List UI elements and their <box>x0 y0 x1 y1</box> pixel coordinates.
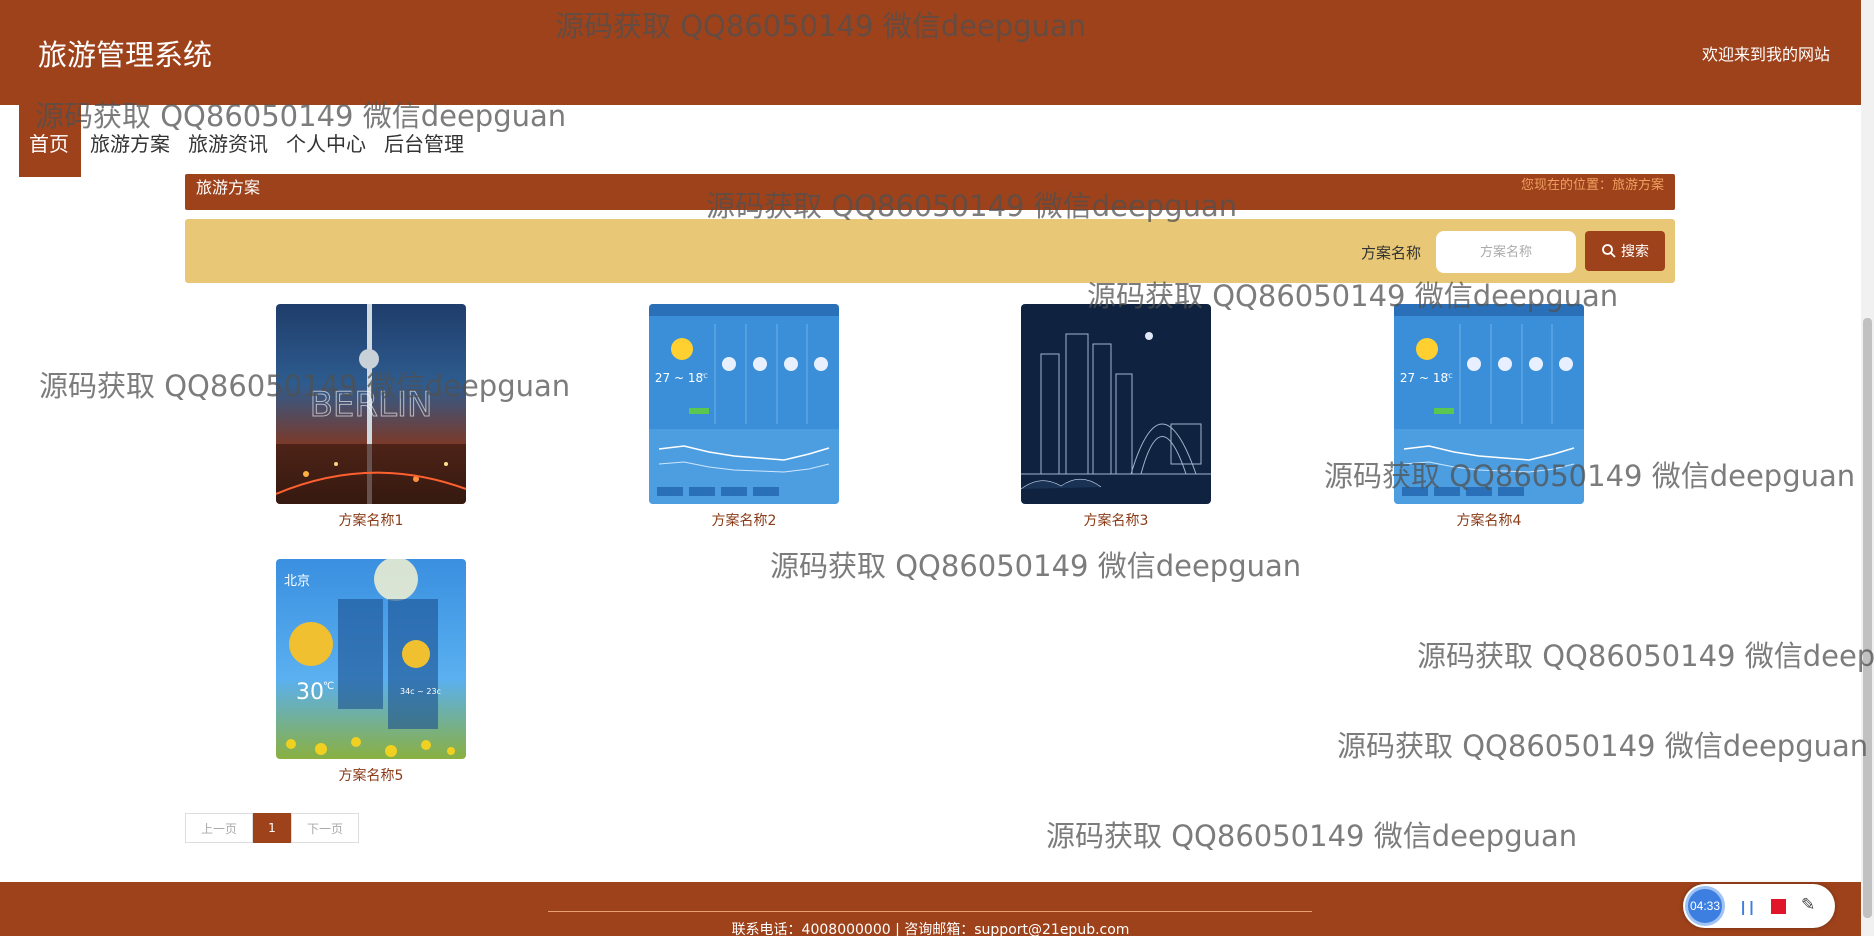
beijing-weather-image: 北京 30 ℃ 34c ~ 23c <box>284 559 455 757</box>
plan-thumbnail[interactable]: 北京 30 ℃ 34c ~ 23c <box>276 559 466 759</box>
plan-name-search-input[interactable] <box>1436 231 1576 273</box>
svg-text:27 ~ 18: 27 ~ 18 <box>655 371 703 385</box>
plan-card[interactable]: 27 ~ 18 ℃ 方案名称4 <box>1394 304 1584 530</box>
watermark: 源码获取 QQ86050149 微信deepguan <box>770 549 1302 583</box>
next-page-button[interactable]: 下一页 <box>291 813 359 843</box>
main-nav: 首页 旅游方案 旅游资讯 个人中心 后台管理 <box>19 105 473 177</box>
pause-icon[interactable]: | | <box>1741 899 1754 916</box>
plan-card[interactable]: BERLIN 方案名称1 <box>276 304 466 530</box>
site-footer: 联系电话：4008000000 | 咨询邮箱：support@21epub.co… <box>0 882 1861 936</box>
search-button[interactable]: 搜索 <box>1585 231 1665 271</box>
nav-item-home[interactable]: 首页 <box>19 105 81 177</box>
scrollbar-thumb[interactable] <box>1863 318 1872 918</box>
plan-name[interactable]: 方案名称4 <box>1394 510 1584 530</box>
svg-text:34c ~ 23c: 34c ~ 23c <box>400 687 441 696</box>
plan-name[interactable]: 方案名称5 <box>276 765 466 785</box>
svg-text:BERLIN: BERLIN <box>310 385 433 425</box>
plan-thumbnail[interactable]: BERLIN <box>276 304 466 504</box>
vertical-scrollbar[interactable] <box>1861 0 1874 936</box>
plan-thumbnail[interactable]: 27 ~ 18 ℃ <box>649 304 839 504</box>
plan-thumbnail[interactable]: 27 ~ 18 ℃ <box>1394 304 1584 504</box>
svg-text:℃: ℃ <box>1446 373 1453 380</box>
svg-text:27 ~ 18: 27 ~ 18 <box>1400 371 1448 385</box>
svg-text:℃: ℃ <box>701 373 708 380</box>
plan-card[interactable]: 北京 30 ℃ 34c ~ 23c 方案名称5 <box>276 559 466 785</box>
search-button-label: 搜索 <box>1621 244 1649 260</box>
site-brand[interactable]: 旅游管理系统 <box>38 32 212 74</box>
nav-item-personal-center[interactable]: 个人中心 <box>277 105 375 177</box>
nav-item-admin[interactable]: 后台管理 <box>375 105 473 177</box>
recording-timer: 04:33 <box>1685 886 1725 926</box>
pagination: 上一页 1 下一页 <box>185 813 359 843</box>
stop-icon[interactable] <box>1771 899 1786 914</box>
berlin-tower-image: BERLIN <box>276 304 466 504</box>
pen-icon[interactable]: ✎ <box>1801 895 1815 915</box>
plan-card[interactable]: 27 ~ 18 ℃ 方案名称2 <box>649 304 839 530</box>
page-number-button[interactable]: 1 <box>253 813 291 843</box>
plan-name[interactable]: 方案名称1 <box>276 510 466 530</box>
svg-text:30: 30 <box>296 680 324 705</box>
footer-divider <box>548 911 1312 912</box>
footer-contact: 联系电话：4008000000 | 咨询邮箱：support@21epub.co… <box>731 922 1130 936</box>
nav-item-travel-news[interactable]: 旅游资讯 <box>179 105 277 177</box>
search-bar: 方案名称 搜索 <box>185 219 1675 283</box>
breadcrumb: 您现在的位置：旅游方案 <box>1520 178 1664 193</box>
search-icon <box>1602 244 1616 258</box>
svg-text:℃: ℃ <box>323 681 334 692</box>
plan-card[interactable]: 方案名称3 <box>1021 304 1211 530</box>
welcome-text: 欢迎来到我的网站 <box>1701 45 1830 64</box>
plan-name[interactable]: 方案名称2 <box>649 510 839 530</box>
city-lineart-image <box>1021 332 1211 490</box>
watermark: 源码获取 QQ86050149 微信deepguan <box>1046 819 1578 853</box>
plan-thumbnail[interactable] <box>1021 304 1211 504</box>
watermark: 源码获取 QQ86050149 微信deepguan <box>1337 729 1869 763</box>
svg-text:北京: 北京 <box>284 574 310 589</box>
weather-widget-image: 27 ~ 18 ℃ <box>1394 304 1584 504</box>
plan-name[interactable]: 方案名称3 <box>1021 510 1211 530</box>
weather-widget-image: 27 ~ 18 ℃ <box>649 304 839 504</box>
section-title-bar: 旅游方案 您现在的位置：旅游方案 <box>185 174 1675 210</box>
section-title: 旅游方案 <box>196 178 261 197</box>
watermark: 源码获取 QQ86050149 微信deepguan <box>1417 639 1874 673</box>
prev-page-button[interactable]: 上一页 <box>185 813 253 843</box>
search-label: 方案名称 <box>1361 244 1422 262</box>
screen-recorder-widget: 04:33 | | ✎ <box>1683 884 1835 928</box>
site-header: 旅游管理系统 欢迎来到我的网站 <box>0 0 1861 105</box>
nav-item-travel-plans[interactable]: 旅游方案 <box>81 105 179 177</box>
